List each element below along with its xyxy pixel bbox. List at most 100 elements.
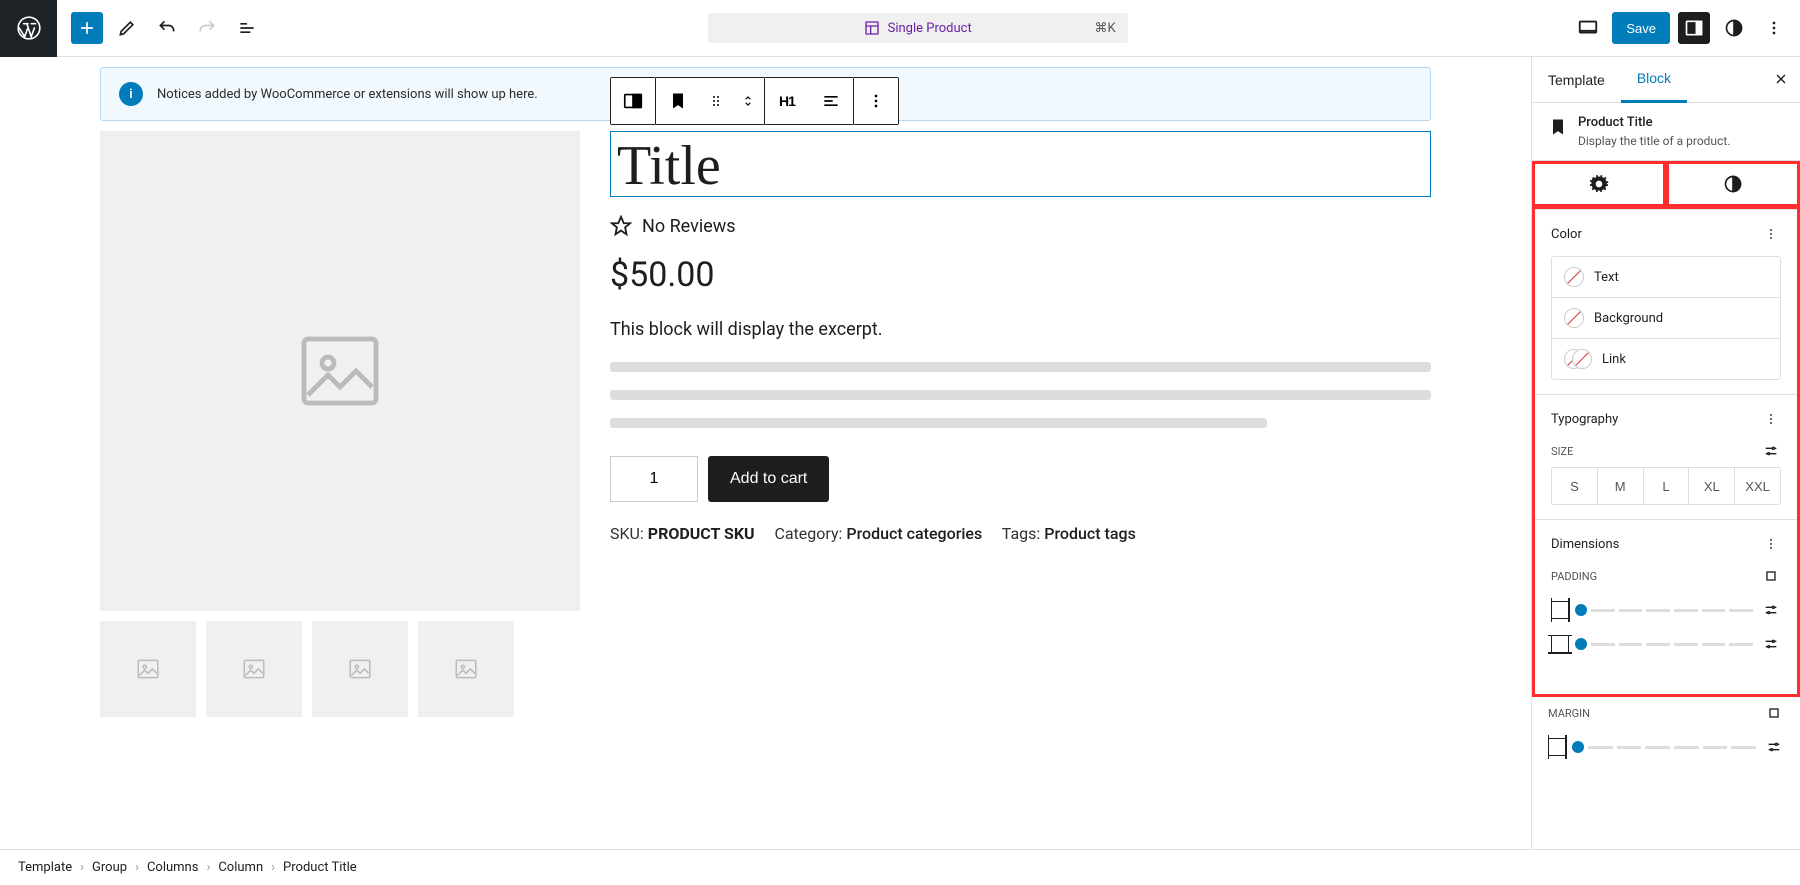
move-up-down-button[interactable]: [732, 78, 764, 124]
color-background-label: Background: [1594, 311, 1663, 326]
add-to-cart-button[interactable]: Add to cart: [708, 456, 829, 502]
padding-custom-button[interactable]: [1761, 600, 1781, 620]
sidebar-icon: [1684, 18, 1704, 38]
margin-slider[interactable]: [1548, 737, 1784, 757]
panel-typography-title: Typography: [1551, 412, 1618, 427]
reviews-text: No Reviews: [642, 216, 736, 237]
size-s[interactable]: S: [1552, 468, 1597, 504]
tags-label: Tags:: [1002, 524, 1044, 543]
command-bar[interactable]: Single Product ⌘K: [708, 13, 1128, 43]
block-toolbar: H1: [610, 77, 898, 125]
plus-icon: [77, 18, 97, 38]
product-excerpt[interactable]: This block will display the excerpt.: [610, 319, 1431, 340]
product-thumbnail[interactable]: [100, 621, 196, 717]
size-l[interactable]: L: [1643, 468, 1689, 504]
product-reviews[interactable]: No Reviews: [610, 215, 1431, 237]
padding-custom-button[interactable]: [1761, 634, 1781, 654]
top-toolbar: Single Product ⌘K Save: [0, 0, 1800, 57]
dots-vertical-icon: [1763, 536, 1779, 552]
product-thumbnail[interactable]: [312, 621, 408, 717]
breadcrumb-item[interactable]: Column: [218, 860, 263, 875]
size-m[interactable]: M: [1597, 468, 1643, 504]
sliders-icon: [1763, 602, 1779, 618]
inspector-tab-styles[interactable]: [1666, 161, 1800, 207]
close-sidebar-button[interactable]: [1768, 67, 1794, 93]
settings-sidebar-toggle[interactable]: [1678, 12, 1710, 44]
quantity-input[interactable]: [610, 456, 698, 502]
chevron-right-icon: ›: [135, 860, 139, 875]
color-text-row[interactable]: Text: [1552, 257, 1780, 298]
wordpress-logo[interactable]: [0, 0, 57, 57]
panel-dimensions: Dimensions PADDING: [1535, 519, 1797, 682]
horizontal-sides-icon: [1548, 738, 1566, 756]
padding-label: PADDING: [1551, 570, 1597, 583]
heading-level-button[interactable]: H1: [765, 78, 809, 124]
drag-handle[interactable]: [700, 78, 732, 124]
styles-button[interactable]: [1718, 12, 1750, 44]
breadcrumb-item[interactable]: Columns: [147, 860, 199, 875]
padding-vertical-slider[interactable]: [1551, 634, 1781, 654]
product-title-block[interactable]: Title: [610, 131, 1431, 197]
color-link-row[interactable]: Link: [1552, 339, 1780, 379]
panel-dimensions-options[interactable]: [1761, 534, 1781, 554]
block-type-button[interactable]: [656, 78, 700, 124]
unlink-sides-icon: [1766, 705, 1782, 721]
chevron-right-icon: ›: [271, 860, 275, 875]
save-button[interactable]: Save: [1612, 12, 1670, 44]
sku-label: SKU:: [610, 524, 648, 543]
tags-value: Product tags: [1044, 524, 1136, 543]
image-placeholder-icon: [241, 656, 267, 682]
editor-canvas: i Notices added by WooCommerce or extens…: [100, 57, 1431, 737]
product-meta: SKU: PRODUCT SKU Category: Product categ…: [610, 524, 1431, 543]
align-left-icon: [821, 91, 841, 111]
template-icon: [864, 20, 880, 36]
tools-button[interactable]: [111, 12, 143, 44]
align-button[interactable]: [809, 78, 853, 124]
vertical-sides-icon: [1551, 635, 1569, 653]
margin-unlink-button[interactable]: [1764, 703, 1784, 723]
breadcrumb-item[interactable]: Template: [18, 860, 72, 875]
padding-unlink-button[interactable]: [1761, 566, 1781, 586]
panel-typography-options[interactable]: [1761, 409, 1781, 429]
margin-label: MARGIN: [1548, 707, 1590, 720]
product-thumbnail[interactable]: [206, 621, 302, 717]
topbar-center: Single Product ⌘K: [263, 13, 1572, 43]
breadcrumb-item[interactable]: Product Title: [283, 860, 357, 875]
add-block-button[interactable]: [71, 12, 103, 44]
panel-color-options[interactable]: [1761, 224, 1781, 244]
tab-template[interactable]: Template: [1532, 57, 1621, 103]
drag-icon: [708, 93, 724, 109]
breadcrumb-item[interactable]: Group: [92, 860, 127, 875]
command-shortcut: ⌘K: [1095, 21, 1116, 36]
sidebar-tabs: Template Block: [1532, 57, 1800, 103]
sliders-icon: [1766, 739, 1782, 755]
more-options-button[interactable]: [1758, 12, 1790, 44]
view-button[interactable]: [1572, 12, 1604, 44]
block-card-desc: Display the title of a product.: [1578, 134, 1730, 148]
inspector-tab-settings[interactable]: [1532, 161, 1666, 207]
list-view-button[interactable]: [231, 12, 263, 44]
product-price[interactable]: $50.00: [610, 255, 1431, 295]
category-value: Product categories: [846, 524, 982, 543]
no-color-swatch-double-icon: [1564, 349, 1592, 369]
margin-custom-button[interactable]: [1764, 737, 1784, 757]
tab-block[interactable]: Block: [1621, 57, 1687, 103]
topbar-right-tools: Save: [1572, 12, 1800, 44]
redo-button[interactable]: [191, 12, 223, 44]
padding-horizontal-slider[interactable]: [1551, 600, 1781, 620]
block-options-button[interactable]: [854, 78, 898, 124]
product-main-image[interactable]: [100, 131, 580, 611]
contrast-icon: [1723, 174, 1743, 194]
color-background-row[interactable]: Background: [1552, 298, 1780, 339]
dots-vertical-icon: [1763, 226, 1779, 242]
undo-button[interactable]: [151, 12, 183, 44]
size-xl[interactable]: XL: [1688, 468, 1734, 504]
size-xxl[interactable]: XXL: [1734, 468, 1780, 504]
product-details: H1 Title No Reviews $50.00 This block wi…: [610, 131, 1431, 717]
star-outline-icon: [610, 215, 632, 237]
product-thumbnail[interactable]: [418, 621, 514, 717]
size-custom-button[interactable]: [1761, 441, 1781, 461]
notice-text: Notices added by WooCommerce or extensio…: [157, 87, 538, 102]
redo-icon: [197, 18, 217, 38]
block-parent-button[interactable]: [611, 78, 655, 124]
